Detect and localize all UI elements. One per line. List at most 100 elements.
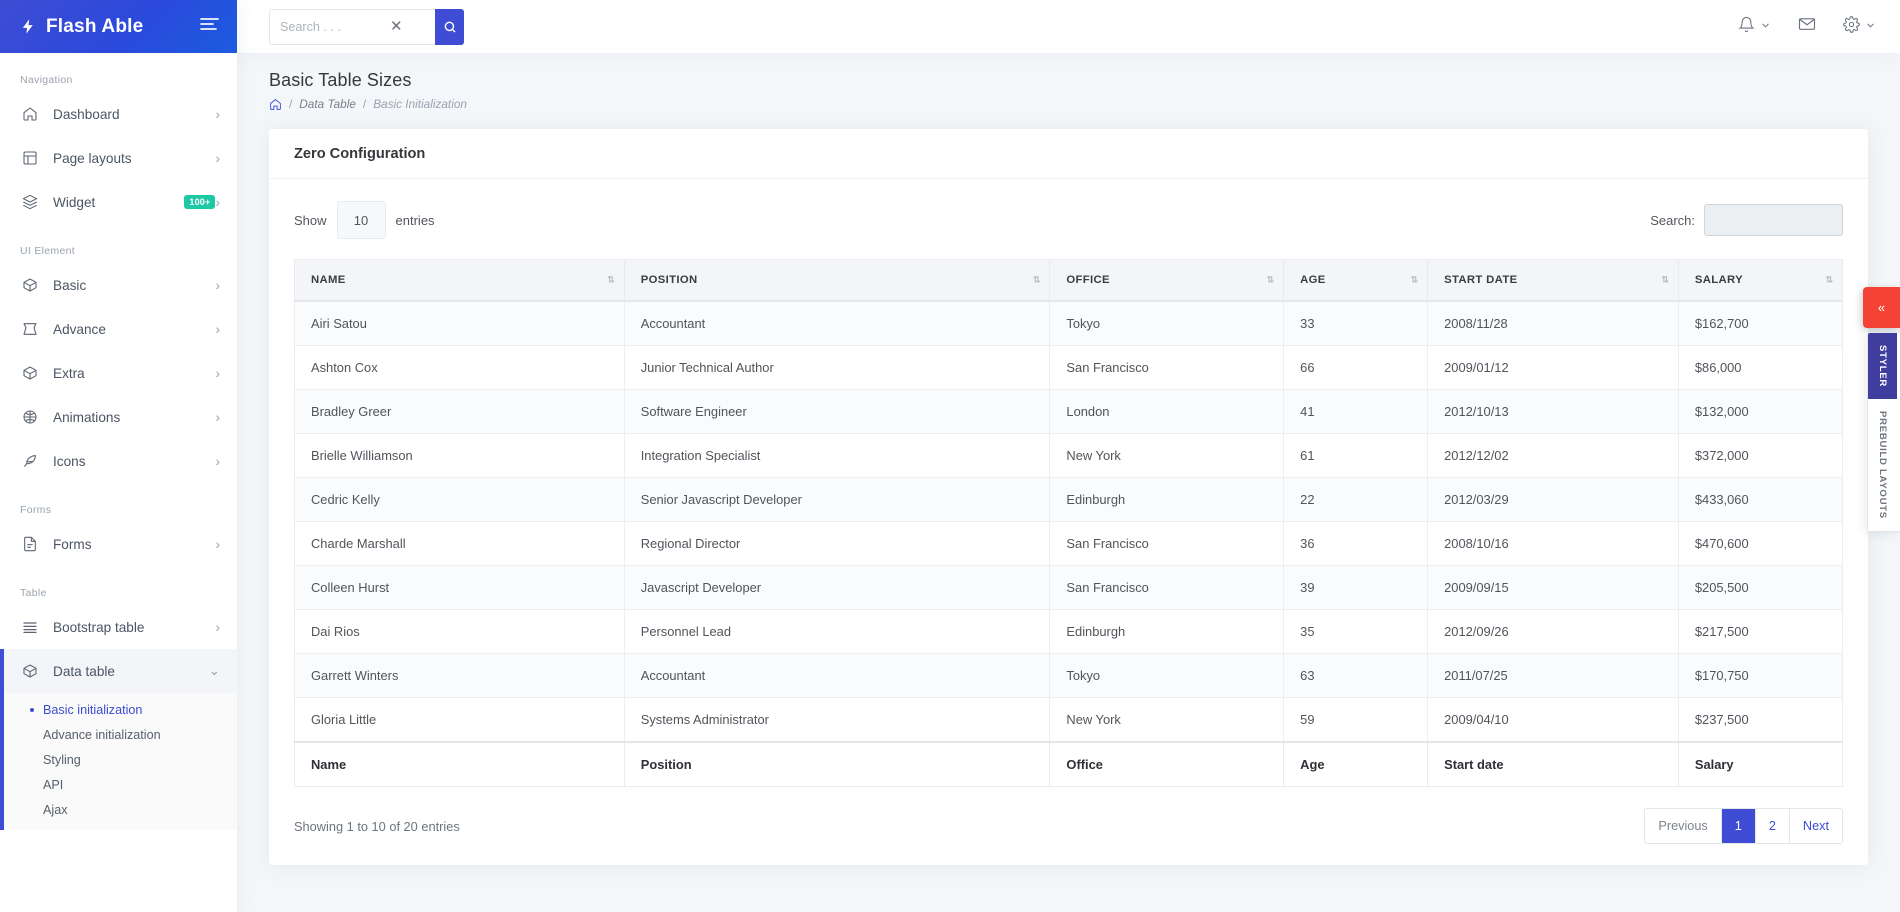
chevron-right-icon: › <box>215 150 220 166</box>
column-label: SALARY <box>1694 274 1744 286</box>
search-submit-button[interactable] <box>435 8 464 45</box>
table-row[interactable]: Bradley Greer Software Engineer London 4… <box>294 389 1844 434</box>
cell-age: 41 <box>1283 389 1429 434</box>
hamburger-icon[interactable] <box>200 17 219 36</box>
cell-position: Software Engineer <box>623 389 1051 434</box>
global-search[interactable]: ✕ <box>269 8 464 45</box>
sidebar-item-animations[interactable]: Animations › <box>0 395 237 439</box>
table-row[interactable]: Garrett Winters Accountant Tokyo 63 2011… <box>294 653 1844 698</box>
cell-name: Garrett Winters <box>294 653 625 698</box>
styler-tab-styler[interactable]: STYLER <box>1868 333 1897 400</box>
sidebar-subitem-label: Styling <box>43 752 81 767</box>
sidebar-subitem-styling[interactable]: Styling <box>0 747 237 772</box>
notifications-dropdown[interactable] <box>1738 16 1771 38</box>
table-row[interactable]: Dai Rios Personnel Lead Edinburgh 35 201… <box>294 609 1844 654</box>
mail-icon <box>1798 15 1816 38</box>
table-footer-row: Name Position Office Age Start date Sala… <box>294 741 1844 787</box>
cell-age: 61 <box>1283 433 1429 478</box>
pagination-previous[interactable]: Previous <box>1645 809 1722 843</box>
brand-logo[interactable]: Flash Able <box>20 16 143 38</box>
cell-age: 36 <box>1283 521 1429 566</box>
sidebar-subitem-advance-initialization[interactable]: Advance initialization <box>0 722 237 747</box>
sidebar-item-label: Widget <box>53 194 96 210</box>
styler-toggle-button[interactable]: « <box>1863 287 1900 328</box>
chevron-down-icon: ⌄ <box>208 663 220 678</box>
footer-name: Name <box>294 741 625 787</box>
page-length-select[interactable]: 10 25 50 100 <box>336 201 386 239</box>
cell-start-date: 2009/04/10 <box>1427 697 1679 743</box>
sidebar-item-widget[interactable]: Widget 100+ › <box>0 180 237 224</box>
column-header-office[interactable]: OFFICE ⇅ <box>1049 259 1285 302</box>
column-header-name[interactable]: NAME ⇅ <box>294 259 625 302</box>
breadcrumb-item-data-table[interactable]: Data Table <box>299 97 356 111</box>
table-row[interactable]: Charde Marshall Regional Director San Fr… <box>294 521 1844 566</box>
close-icon[interactable]: ✕ <box>386 19 407 34</box>
bell-icon <box>1738 16 1755 38</box>
table-row[interactable]: Gloria Little Systems Administrator New … <box>294 697 1844 743</box>
sidebar-subitem-basic-initialization[interactable]: Basic initialization <box>0 697 237 722</box>
footer-position: Position <box>623 741 1051 787</box>
show-label: Show <box>294 212 327 228</box>
page-title: Basic Table Sizes <box>269 70 412 90</box>
sidebar-item-label: Icons <box>53 453 86 469</box>
brand-header: Flash Able <box>0 0 237 53</box>
sidebar-nav: Navigation Dashboard › Page layouts › Wi… <box>0 53 237 912</box>
column-header-start-date[interactable]: START DATE ⇅ <box>1427 259 1679 302</box>
cell-name: Dai Rios <box>294 609 625 654</box>
sidebar-item-advance[interactable]: Advance › <box>0 307 237 351</box>
settings-dropdown[interactable] <box>1843 15 1876 38</box>
table-row[interactable]: Colleen Hurst Javascript Developer San F… <box>294 565 1844 610</box>
sidebar-item-data-table[interactable]: Data table ⌄ <box>0 649 237 693</box>
footer-salary: Salary <box>1677 741 1844 787</box>
zero-configuration-card: Zero Configuration Show 10 25 50 100 ent… <box>269 129 1868 865</box>
styler-tab-prebuild-layouts[interactable]: PREBUILD LAYOUTS <box>1868 399 1897 531</box>
search-label: Search: <box>1650 212 1695 228</box>
cell-name: Airi Satou <box>294 300 625 346</box>
sidebar-item-icons[interactable]: Icons › <box>0 439 237 483</box>
search-input[interactable] <box>280 19 386 34</box>
sidebar-item-label: Bootstrap table <box>53 619 145 635</box>
table-row[interactable]: Airi Satou Accountant Tokyo 33 2008/11/2… <box>294 300 1844 346</box>
cell-salary: $433,060 <box>1677 477 1844 522</box>
entries-label: entries <box>395 212 435 228</box>
column-header-salary[interactable]: SALARY ⇅ <box>1677 259 1844 302</box>
sidebar-item-basic[interactable]: Basic › <box>0 263 237 307</box>
cell-position: Regional Director <box>623 521 1051 566</box>
pagination-page-1[interactable]: 1 <box>1721 809 1756 843</box>
column-header-position[interactable]: POSITION ⇅ <box>623 259 1051 302</box>
table-row[interactable]: Ashton Cox Junior Technical Author San F… <box>294 345 1844 390</box>
cell-age: 35 <box>1283 609 1429 654</box>
sidebar-subitem-ajax[interactable]: Ajax <box>0 797 237 822</box>
list-icon <box>20 617 40 637</box>
sidebar-item-label: Dashboard <box>53 106 120 122</box>
chevron-right-icon: › <box>215 365 220 381</box>
column-header-age[interactable]: AGE ⇅ <box>1283 259 1429 302</box>
table-search-input[interactable] <box>1704 204 1843 236</box>
pagination-page-2[interactable]: 2 <box>1755 809 1790 843</box>
chevron-right-icon: › <box>215 536 220 552</box>
home-icon <box>20 104 40 124</box>
sidebar-item-forms[interactable]: Forms › <box>0 522 237 566</box>
mail-button[interactable] <box>1798 15 1816 38</box>
table-info: Showing 1 to 10 of 20 entries <box>294 818 460 834</box>
cell-age: 22 <box>1283 477 1429 522</box>
breadcrumb-home-icon[interactable] <box>269 98 282 111</box>
sidebar-item-dashboard[interactable]: Dashboard › <box>0 92 237 136</box>
sidebar-subitem-api[interactable]: API <box>0 772 237 797</box>
table-row[interactable]: Cedric Kelly Senior Javascript Developer… <box>294 477 1844 522</box>
sidebar-item-bootstrap-table[interactable]: Bootstrap table › <box>0 605 237 649</box>
sidebar-item-label: Basic <box>53 277 87 293</box>
table-row[interactable]: Brielle Williamson Integration Specialis… <box>294 433 1844 478</box>
table-search-control: Search: <box>1650 204 1843 236</box>
sidebar-item-page-layouts[interactable]: Page layouts › <box>0 136 237 180</box>
cell-salary: $237,500 <box>1677 697 1844 743</box>
nav-caption-navigation: Navigation <box>20 74 73 86</box>
chevron-right-icon: › <box>215 277 220 293</box>
chevron-double-left-icon: « <box>1877 300 1886 315</box>
pagination-next[interactable]: Next <box>1789 809 1842 843</box>
sidebar-item-extra[interactable]: Extra › <box>0 351 237 395</box>
sidebar-subitem-label: Advance initialization <box>43 727 161 742</box>
cell-office: San Francisco <box>1049 565 1285 610</box>
cell-salary: $372,000 <box>1677 433 1844 478</box>
page-header: Basic Table Sizes / Data Table / Basic I… <box>237 53 1900 111</box>
